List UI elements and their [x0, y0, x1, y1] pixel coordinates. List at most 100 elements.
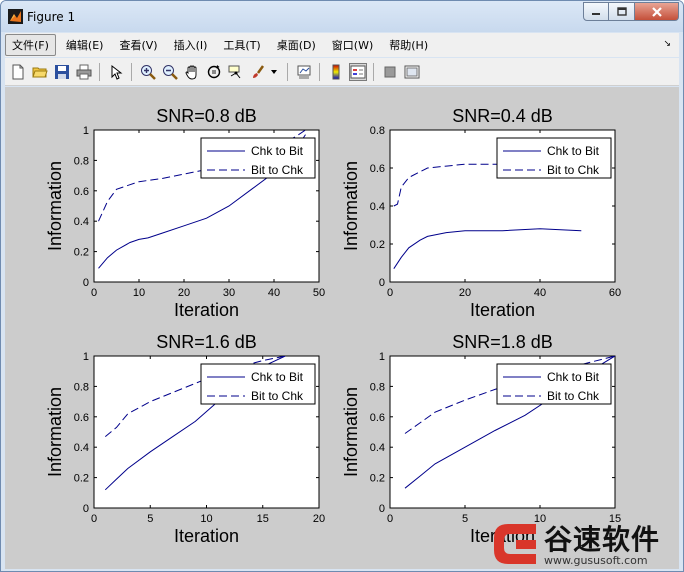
figure-canvas[interactable]: 0 10 20 30 40 50 0 0.2 0.4 0.6 0.8 1 Chk to Bit Bit t…	[5, 87, 679, 569]
y-tick-label: 0	[83, 503, 89, 515]
save-icon[interactable]	[53, 63, 71, 81]
y-tick-label: 0.4	[370, 442, 385, 454]
x-tick-label: 15	[257, 513, 269, 525]
y-tick-label: 0.2	[74, 247, 89, 259]
rotate-3d-icon[interactable]	[205, 63, 223, 81]
subplot-grid: 0 10 20 30 40 5000.20.40.60.81Chk to BitBit t…	[45, 106, 621, 546]
close-icon	[651, 6, 662, 17]
zoom-in-icon[interactable]	[139, 63, 157, 81]
close-button[interactable]	[635, 2, 679, 21]
toolbar-separator	[131, 63, 132, 81]
y-tick-label: 0.8	[370, 381, 385, 393]
menu-overflow-icon[interactable]: ↘	[663, 39, 671, 49]
menu-edit[interactable]: 编辑(E)	[60, 35, 110, 55]
legend-label: Chk to Bit	[251, 144, 304, 158]
y-tick-label: 1	[83, 351, 89, 363]
data-cursor-icon[interactable]	[227, 63, 245, 81]
maximize-button[interactable]	[609, 2, 635, 21]
x-axis-label: Iteration	[174, 300, 239, 320]
x-tick-label: 0	[91, 513, 97, 525]
minimize-icon	[592, 12, 600, 15]
insert-legend-icon[interactable]	[349, 63, 367, 81]
y-tick-label: 0	[379, 503, 385, 515]
y-axis-label: Information	[341, 161, 361, 251]
y-tick-label: 0.4	[370, 201, 385, 213]
legend-label: Bit to Chk	[547, 163, 600, 177]
y-tick-label: 0.4	[74, 216, 89, 228]
legend-label: Chk to Bit	[547, 370, 600, 384]
x-axis-label: Iteration	[470, 300, 535, 320]
menu-insert[interactable]: 插入(I)	[168, 35, 214, 55]
link-plot-icon[interactable]	[295, 63, 313, 81]
x-tick-label: 60	[609, 287, 621, 299]
menu-tools[interactable]: 工具(T)	[217, 35, 266, 55]
y-tick-label: 0.2	[74, 473, 89, 485]
legend-label: Bit to Chk	[547, 389, 600, 403]
y-tick-label: 0.6	[370, 163, 385, 175]
x-tick-label: 40	[268, 287, 280, 299]
edit-plot-arrow-icon[interactable]	[107, 63, 125, 81]
watermark-logo-icon	[494, 524, 536, 564]
menu-window[interactable]: 窗口(W)	[326, 35, 379, 55]
hide-plot-tools-icon[interactable]	[381, 63, 399, 81]
print-icon[interactable]	[75, 63, 93, 81]
menu-bar: 文件(F) 编辑(E) 查看(V) 插入(I) 工具(T) 桌面(D) 窗口(W…	[5, 33, 679, 57]
window-title: Figure 1	[27, 10, 76, 24]
brush-dropdown-icon[interactable]	[269, 63, 279, 81]
x-tick-label: 20	[459, 287, 471, 299]
menu-desktop[interactable]: 桌面(D)	[271, 35, 322, 55]
figure-window: Figure 1 文件(F) 编辑(E) 查看(V) 插入(I) 工具(T) 桌…	[0, 0, 684, 572]
toolbar-separator	[99, 63, 100, 81]
insert-colorbar-icon[interactable]	[327, 63, 345, 81]
new-figure-icon[interactable]	[9, 63, 27, 81]
x-tick-label: 10	[133, 287, 145, 299]
y-tick-label: 0.8	[74, 155, 89, 167]
subplot-title: SNR=0.4 dB	[452, 106, 553, 126]
title-bar[interactable]: Figure 1	[1, 1, 683, 32]
y-axis-label: Information	[341, 387, 361, 477]
x-tick-label: 5	[147, 513, 153, 525]
y-tick-label: 0	[83, 277, 89, 289]
menu-file[interactable]: 文件(F)	[5, 34, 56, 56]
menu-view[interactable]: 查看(V)	[113, 35, 163, 55]
zoom-out-icon[interactable]	[161, 63, 179, 81]
toolbar-separator	[373, 63, 374, 81]
show-plot-tools-icon[interactable]	[403, 63, 421, 81]
figure-toolbar	[5, 58, 679, 86]
subplot-title: SNR=1.8 dB	[452, 332, 553, 352]
maximize-icon	[616, 6, 627, 16]
y-axis-label: Information	[45, 387, 65, 477]
x-tick-label: 0	[387, 513, 393, 525]
legend-label: Bit to Chk	[251, 389, 304, 403]
x-tick-label: 50	[313, 287, 325, 299]
x-tick-label: 30	[223, 287, 235, 299]
watermark-brand: 谷速软件	[544, 523, 661, 556]
x-tick-label: 0	[91, 287, 97, 299]
y-tick-label: 0.8	[74, 381, 89, 393]
toolbar-separator	[287, 63, 288, 81]
legend-label: Chk to Bit	[251, 370, 304, 384]
open-file-icon[interactable]	[31, 63, 49, 81]
x-tick-label: 20	[313, 513, 325, 525]
menu-help[interactable]: 帮助(H)	[383, 35, 434, 55]
y-tick-label: 1	[379, 351, 385, 363]
minimize-button[interactable]	[583, 2, 609, 21]
watermark-url: www.gususoft.com	[544, 554, 648, 567]
x-tick-label: 20	[178, 287, 190, 299]
y-tick-label: 0.8	[370, 125, 385, 137]
x-tick-label: 5	[462, 513, 468, 525]
legend-label: Chk to Bit	[547, 144, 600, 158]
x-tick-label: 0	[387, 287, 393, 299]
y-tick-label: 0.2	[370, 473, 385, 485]
y-tick-label: 0	[379, 277, 385, 289]
toolbar-separator	[319, 63, 320, 81]
subplot-title: SNR=1.6 dB	[156, 332, 257, 352]
legend-label: Bit to Chk	[251, 163, 304, 177]
y-tick-label: 0.6	[370, 412, 385, 424]
x-axis-label: Iteration	[174, 526, 239, 546]
y-tick-label: 0.4	[74, 442, 89, 454]
x-tick-label: 10	[200, 513, 212, 525]
brush-icon[interactable]	[249, 63, 267, 81]
pan-hand-icon[interactable]	[183, 63, 201, 81]
y-tick-label: 0.6	[74, 186, 89, 198]
